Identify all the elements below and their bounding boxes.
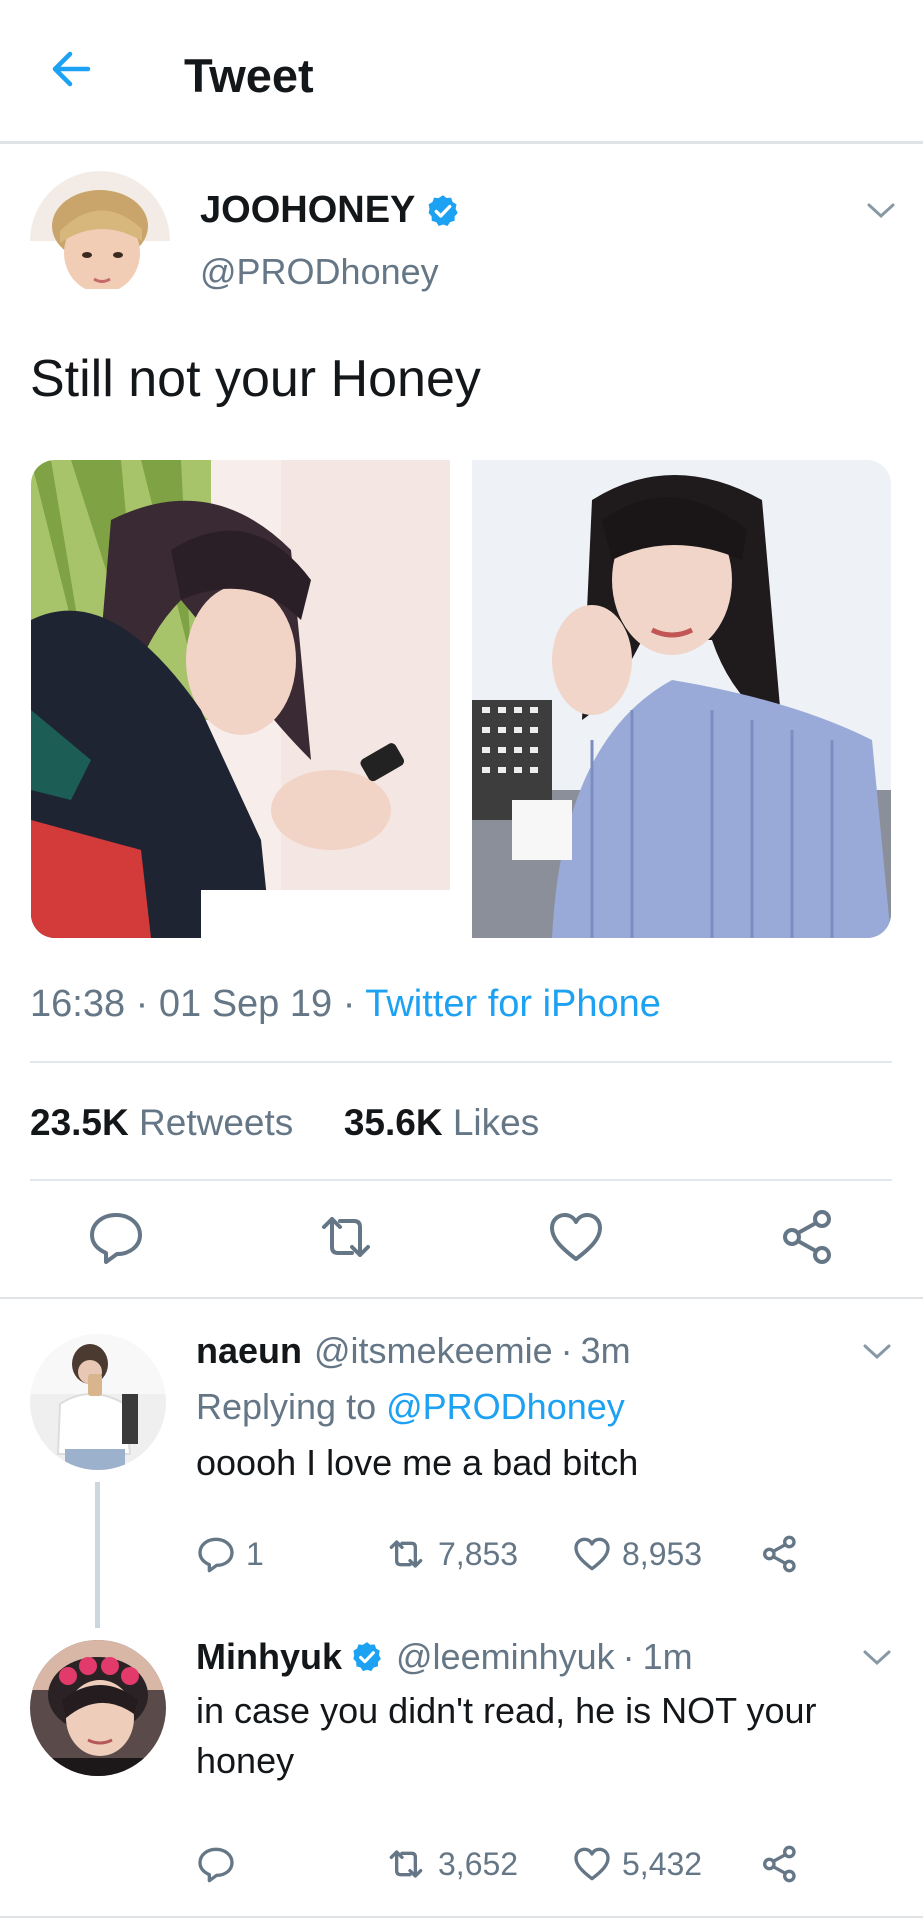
- replying-to-label: Replying to: [196, 1386, 377, 1427]
- tweet-actions: [0, 1207, 923, 1277]
- retweet-button[interactable]: 7,853: [384, 1534, 518, 1574]
- avatar[interactable]: [30, 171, 170, 311]
- meta-separator: ·: [342, 983, 366, 1025]
- avatar[interactable]: [30, 1334, 166, 1470]
- tweet-meta: 16:38 · 01 Sep 19 · Twitter for iPhone: [30, 983, 661, 1026]
- likes-count: 35.6K: [343, 1102, 443, 1143]
- tweet-time: 16:38: [30, 983, 126, 1025]
- heart-icon[interactable]: [546, 1207, 606, 1267]
- meta-separator: ·: [135, 983, 159, 1025]
- chevron-down-icon[interactable]: [862, 1342, 892, 1362]
- like-button[interactable]: 5,432: [572, 1844, 702, 1884]
- divider: [30, 1179, 892, 1181]
- main-tweet: JOOHONEY @PRODhoney Still not your Honey: [0, 147, 923, 1299]
- chevron-down-icon[interactable]: [866, 201, 896, 221]
- meta-separator: ·: [560, 1330, 573, 1371]
- avatar[interactable]: [30, 1640, 166, 1776]
- reply-button[interactable]: 1: [196, 1534, 264, 1574]
- retweet-count: 3,652: [438, 1845, 519, 1882]
- verified-badge-icon: [428, 194, 459, 226]
- share-button[interactable]: [760, 1534, 810, 1574]
- top-app-bar: Tweet: [0, 0, 923, 144]
- meta-separator: ·: [622, 1636, 635, 1677]
- reply-author-handle[interactable]: @itsmekeemie: [314, 1330, 553, 1372]
- reply-text: in case you didn't read, he is NOT your …: [196, 1690, 817, 1781]
- share-icon: [763, 1845, 796, 1883]
- like-button[interactable]: 8,953: [572, 1534, 702, 1574]
- reply-header: Minhyuk @leeminhyuk · 1m: [196, 1636, 693, 1678]
- like-count: 5,432: [622, 1845, 703, 1882]
- page-title: Tweet: [184, 49, 314, 102]
- heart-icon: [574, 1537, 610, 1571]
- retweets-count: 23.5K: [30, 1102, 129, 1143]
- reply-age: 3m: [580, 1330, 631, 1371]
- reply-count: 1: [246, 1535, 264, 1572]
- divider: [30, 1061, 892, 1063]
- share-button[interactable]: [760, 1844, 810, 1884]
- heart-icon: [574, 1847, 610, 1881]
- reply-text: ooooh I love me a bad bitch: [196, 1442, 639, 1483]
- retweet-button[interactable]: 3,652: [384, 1844, 518, 1884]
- arrow-left-icon[interactable]: [48, 46, 94, 92]
- tweet-photo[interactable]: [31, 460, 450, 938]
- likes-label: Likes: [452, 1102, 540, 1143]
- reply-actions: 1 7,853 8,953: [0, 1534, 923, 1582]
- verified-badge-icon: [353, 1642, 381, 1672]
- retweets-label: Retweets: [139, 1102, 294, 1143]
- reply-actions: 3,652 5,432: [0, 1844, 923, 1892]
- like-count: 8,953: [622, 1535, 703, 1572]
- likes-stat[interactable]: 35.6K Likes: [344, 1102, 539, 1143]
- author-name-text: JOOHONEY: [200, 189, 416, 231]
- author-name[interactable]: JOOHONEY: [200, 189, 461, 232]
- author-handle[interactable]: @PRODhoney: [200, 251, 439, 293]
- tweet-date: 01 Sep 19: [158, 983, 333, 1025]
- reply-tweet[interactable]: naeun @itsmekeemie · 3m Replying to @PRO…: [0, 1302, 923, 1628]
- retweet-count: 7,853: [438, 1535, 519, 1572]
- share-icon: [763, 1535, 796, 1573]
- retweets-stat[interactable]: 23.5K Retweets: [30, 1102, 293, 1143]
- retweet-icon: [389, 1540, 423, 1568]
- tweet-stats: 23.5K Retweets 35.6K Likes: [30, 1102, 539, 1144]
- chevron-down-icon[interactable]: [862, 1648, 892, 1668]
- replying-to-link[interactable]: @PRODhoney: [386, 1386, 625, 1427]
- retweet-icon: [389, 1850, 423, 1878]
- reply-header: naeun @itsmekeemie · 3m: [196, 1330, 631, 1372]
- share-icon[interactable]: [778, 1207, 838, 1267]
- reply-icon[interactable]: [86, 1207, 146, 1267]
- reply-author-name[interactable]: naeun: [196, 1330, 302, 1372]
- reply-icon: [198, 1847, 234, 1883]
- retweet-icon[interactable]: [316, 1207, 376, 1267]
- reply-author-name[interactable]: Minhyuk: [196, 1636, 342, 1678]
- reply-tweet[interactable]: Minhyuk @leeminhyuk · 1m in case you did…: [0, 1608, 923, 1918]
- reply-icon: [198, 1537, 234, 1573]
- tweet-source-link[interactable]: Twitter for iPhone: [365, 983, 661, 1025]
- reply-author-handle[interactable]: @leeminhyuk: [396, 1636, 615, 1678]
- tweet-photo[interactable]: [472, 460, 891, 938]
- replying-to: Replying to @PRODhoney: [196, 1386, 625, 1428]
- tweet-text: Still not your Honey: [30, 350, 481, 408]
- reply-button[interactable]: [196, 1844, 246, 1884]
- reply-age: 1m: [642, 1636, 693, 1677]
